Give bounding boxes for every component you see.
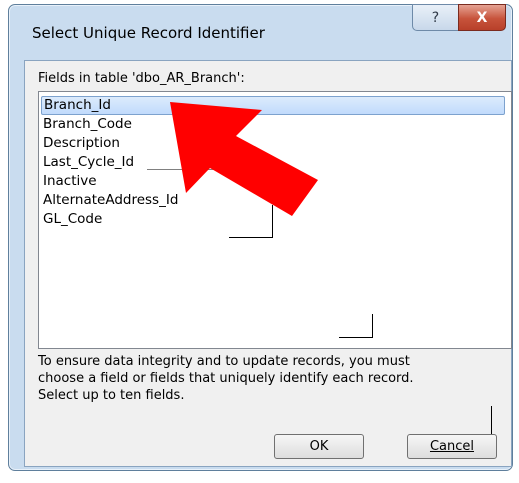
arrow-shape (170, 102, 318, 216)
annotation-arrow-icon (170, 102, 318, 216)
